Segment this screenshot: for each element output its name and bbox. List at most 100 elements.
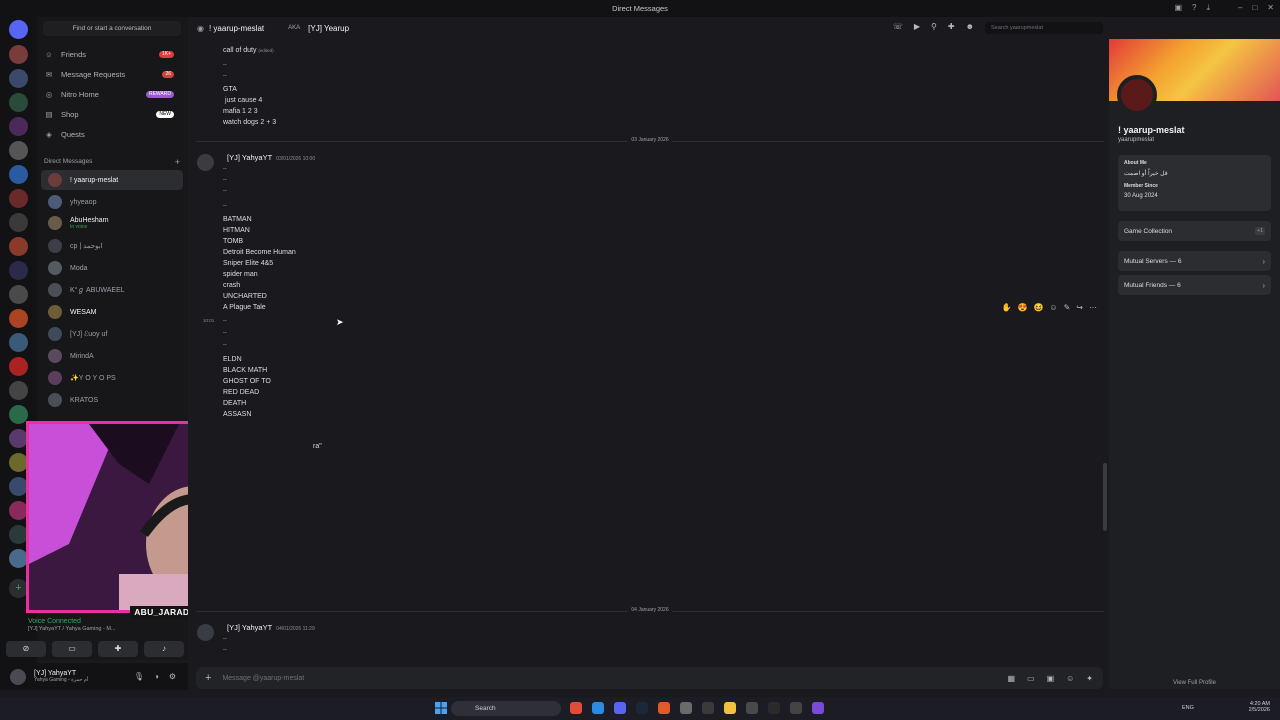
minimize-icon[interactable]: –	[1238, 3, 1242, 12]
about-text: قل خيراً أو اصمت	[1124, 171, 1168, 177]
dm-item[interactable]: MirindA	[41, 346, 183, 366]
screen-share-button[interactable]: ▭	[52, 641, 92, 657]
server-icon[interactable]	[9, 237, 28, 256]
server-icon[interactable]	[9, 357, 28, 376]
window-title: Direct Messages	[612, 4, 668, 13]
dm-item[interactable]: KRATOS	[41, 390, 183, 410]
download-icon[interactable]: ⤓	[1206, 3, 1210, 13]
add-friend-icon[interactable]: ✚	[948, 22, 955, 34]
search-input[interactable]: Search yaarupmeslat	[985, 22, 1103, 34]
obs-icon[interactable]	[658, 702, 670, 714]
server-icon[interactable]	[9, 141, 28, 160]
dm-item[interactable]: [YJ] ℰuoy uf	[41, 324, 183, 344]
video-icon[interactable]: ▶	[914, 22, 920, 34]
dm-item[interactable]: ! yaarup-meslat	[41, 170, 183, 190]
app-icon[interactable]	[812, 702, 824, 714]
dm-item[interactable]: WESAM	[41, 302, 183, 322]
app-icon[interactable]	[768, 702, 780, 714]
mic-icon[interactable]: 🎙	[134, 672, 144, 681]
app-icon[interactable]	[680, 702, 692, 714]
nav-nitro-home[interactable]: ◎ Nitro Home REWARD	[43, 86, 182, 102]
dm-item[interactable]: ✨Y O Y O PS	[41, 368, 183, 388]
language-indicator[interactable]: ENG	[1182, 705, 1194, 711]
clock[interactable]: 4:20 AM 2/5/2026	[1249, 701, 1270, 713]
edit-icon[interactable]: ✎	[1064, 303, 1071, 312]
add-reaction-icon[interactable]: ☺	[1049, 303, 1057, 312]
activities-button[interactable]: ✚	[98, 641, 138, 657]
maximize-icon[interactable]: □	[1252, 3, 1257, 12]
app-icon[interactable]	[790, 702, 802, 714]
store-icon[interactable]	[746, 702, 758, 714]
nav-quests[interactable]: ◈ Quests	[43, 126, 182, 142]
server-icon[interactable]	[9, 333, 28, 352]
app-icon[interactable]	[702, 702, 714, 714]
gear-icon[interactable]: ⚙	[169, 672, 176, 681]
mutual-friends-row[interactable]: Mutual Friends — 6 ›	[1118, 275, 1271, 295]
profile-avatar[interactable]	[1117, 75, 1157, 115]
server-icon[interactable]	[9, 261, 28, 280]
chat-area: ◉ ! yaarup-meslat AKA [YJ] Yearup ☏ ▶ ⚲ …	[188, 17, 1109, 689]
server-icon[interactable]	[9, 285, 28, 304]
apps-icon[interactable]: ✦	[1086, 674, 1093, 683]
reaction-icon[interactable]: 😆	[1033, 303, 1043, 312]
view-full-profile-link[interactable]: View Full Profile	[1109, 680, 1280, 686]
server-icon[interactable]	[9, 189, 28, 208]
taskbar-search[interactable]: Search	[451, 701, 561, 716]
message-line: BLACK MATH	[223, 367, 268, 374]
server-icon[interactable]	[9, 45, 28, 64]
avatar[interactable]	[197, 624, 214, 641]
soundboard-button[interactable]: ♪	[144, 641, 184, 657]
more-icon[interactable]: ⋯	[1089, 303, 1097, 312]
close-icon[interactable]: ✕	[1267, 3, 1274, 12]
server-icon[interactable]	[9, 213, 28, 232]
discord-icon[interactable]	[614, 702, 626, 714]
profile-toggle-icon[interactable]: ☻	[966, 22, 974, 34]
message-input[interactable]: Message @yaarup-meslat	[222, 675, 304, 682]
forward-icon[interactable]: ↪	[1076, 303, 1083, 312]
camera-off-button[interactable]: ⊘	[6, 641, 46, 657]
reaction-icon[interactable]: 😍	[1017, 303, 1027, 312]
chrome-icon[interactable]	[570, 702, 582, 714]
windows-start-icon[interactable]	[435, 702, 447, 714]
dm-item[interactable]: cp | ابوحمد	[41, 236, 183, 256]
edge-icon[interactable]	[592, 702, 604, 714]
message-line: ..	[223, 71, 227, 78]
server-icon[interactable]	[9, 117, 28, 136]
phone-icon[interactable]: ☏	[893, 22, 903, 34]
server-icon[interactable]	[9, 69, 28, 88]
reaction-icon[interactable]: ✋	[1002, 303, 1012, 312]
folder-icon[interactable]	[724, 702, 736, 714]
server-icon[interactable]	[9, 309, 28, 328]
create-dm-icon[interactable]: +	[175, 157, 180, 167]
dm-item[interactable]: Moda	[41, 258, 183, 278]
steam-icon[interactable]	[636, 702, 648, 714]
emoji-icon[interactable]: ☺	[1066, 674, 1074, 683]
nav-friends[interactable]: ☺ Friends 1K+	[43, 46, 182, 62]
gif-icon[interactable]: ▭	[1027, 674, 1035, 683]
dm-item[interactable]: K°ℊ ABUWAEEL	[41, 280, 183, 300]
nav-message-requests[interactable]: ✉ Message Requests 26	[43, 66, 182, 82]
message-composer[interactable]: + Message @yaarup-meslat ▦ ▭ ▣ ☺ ✦	[196, 667, 1103, 689]
voice-channel-label[interactable]: [YJ] YahyaYT / Yahya Gaming - M...	[28, 626, 188, 632]
server-icon[interactable]	[9, 381, 28, 400]
mail-icon: ✉	[45, 69, 53, 79]
headset-icon[interactable]: ◑	[154, 672, 159, 681]
avatar[interactable]	[197, 154, 214, 171]
attach-icon[interactable]: +	[205, 672, 211, 684]
server-icon[interactable]	[9, 93, 28, 112]
gift-icon[interactable]: ▦	[1007, 674, 1015, 683]
pin-icon[interactable]: ⚲	[931, 22, 937, 34]
server-icon[interactable]	[9, 165, 28, 184]
inbox-icon[interactable]: ▣	[1174, 3, 1182, 13]
nav-shop[interactable]: ▤ Shop NEW	[43, 106, 182, 122]
sticker-icon[interactable]: ▣	[1047, 674, 1055, 683]
game-collection-row[interactable]: Game Collection +1	[1118, 221, 1271, 241]
home-button[interactable]	[9, 20, 28, 39]
find-conversation-button[interactable]: Find or start a conversation	[43, 21, 181, 36]
dm-item[interactable]: yhyeaop	[41, 192, 183, 212]
dm-item[interactable]: AbuHesham In voice	[41, 213, 183, 233]
help-icon[interactable]: ?	[1192, 3, 1196, 13]
mutual-servers-row[interactable]: Mutual Servers — 6 ›	[1118, 251, 1271, 271]
avatar[interactable]	[10, 668, 26, 685]
scrollbar[interactable]	[1103, 463, 1107, 531]
